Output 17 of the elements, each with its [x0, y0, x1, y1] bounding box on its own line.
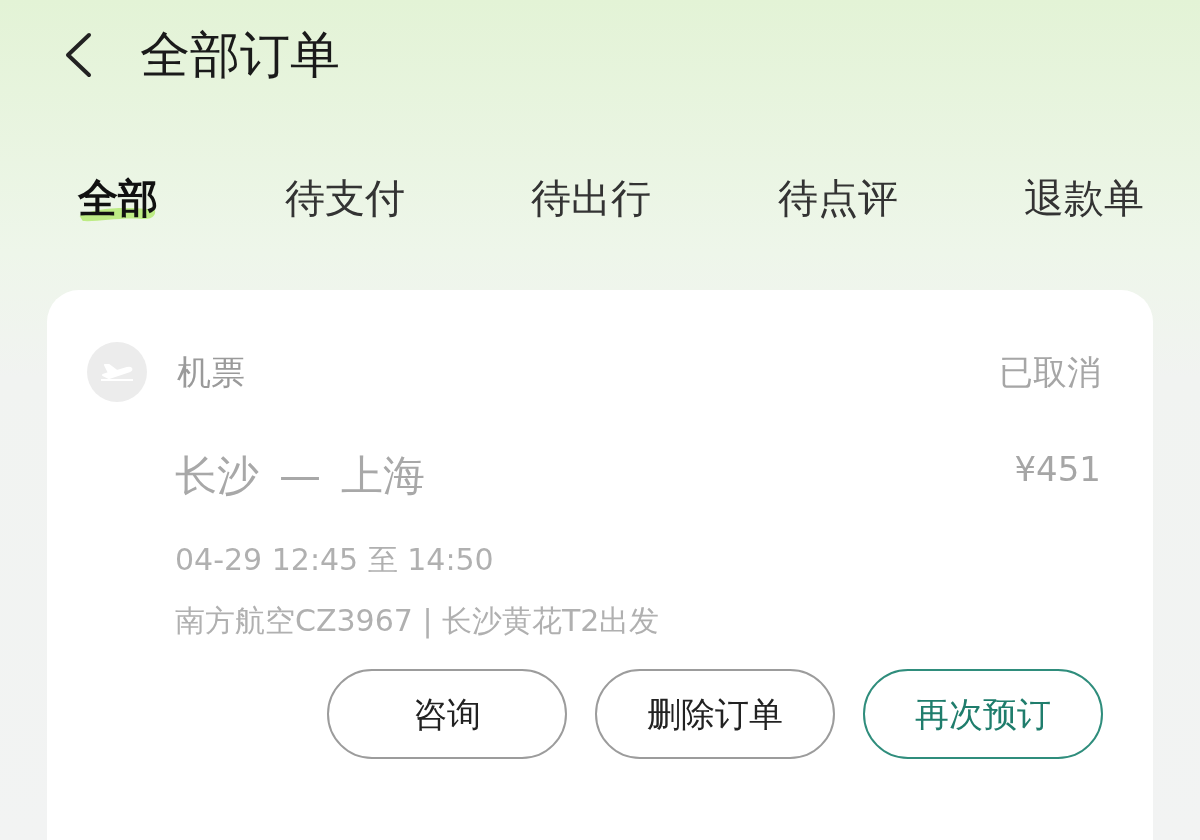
page-title: 全部订单: [140, 30, 340, 80]
flight-time: 04-29 12:45 至 14:50: [174, 541, 495, 579]
tab[interactable]: 待支付: [284, 178, 405, 218]
category-label: 机票: [177, 350, 245, 394]
action-button[interactable]: 再次预订: [863, 669, 1103, 759]
action-button[interactable]: 咨询: [327, 669, 567, 759]
action-button[interactable]: 删除订单: [595, 669, 835, 759]
arrival-city: 上海: [341, 450, 425, 502]
tab[interactable]: 待出行: [531, 178, 651, 218]
tab[interactable]: 退款单: [1024, 178, 1144, 218]
tab[interactable]: 待点评: [777, 178, 898, 218]
flight-details: 南方航空CZ3967 | 长沙黄花T2出发: [174, 602, 661, 641]
price: ¥451: [1014, 448, 1101, 491]
departure-city: 长沙: [175, 450, 259, 502]
tab[interactable]: 全部: [78, 178, 158, 218]
order-status: 已取消: [999, 350, 1101, 394]
route-separator: —: [279, 450, 321, 502]
